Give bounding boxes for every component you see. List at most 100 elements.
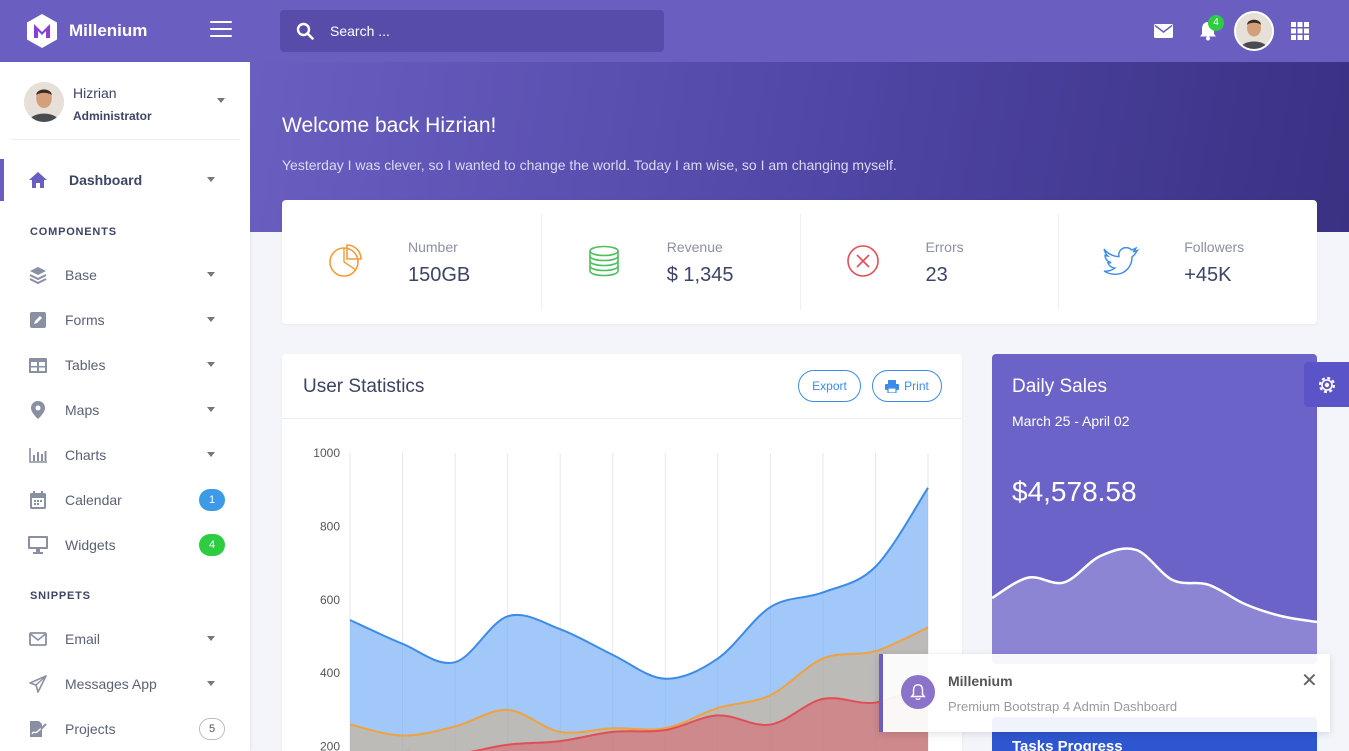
stat-errors: Errors 23 [799,200,1059,324]
layers-icon [28,265,48,285]
user-statistics-card: User Statistics Export Print 1000 800 600 4… [282,354,962,751]
sidebar-item-tables[interactable]: Tables [0,344,250,386]
sidebar-item-label: Messages App [65,676,157,692]
avatar [24,82,64,122]
search-icon[interactable] [296,22,314,40]
envelope-icon [28,629,48,649]
welcome-quote: Yesterday I was clever, so I wanted to c… [282,157,897,173]
notification-toast: Millenium Premium Bootstrap 4 Admin Dash… [879,654,1330,732]
user-name: Hizrian [73,85,117,101]
sidebar-item-label: Charts [65,447,107,463]
paper-plane-icon [28,674,48,694]
pen-square-icon [28,310,48,330]
stat-value: 23 [925,264,948,286]
printer-icon [885,379,900,393]
header-avatar[interactable] [1234,11,1274,51]
y-tick-label: 600 [320,593,340,607]
daily-sales-card: Daily Sales March 25 - April 02 $4,578.5… [992,354,1317,664]
chevron-down-icon [207,177,215,182]
user-role: Administrator [73,109,152,123]
user-statistics-chart: 1000 800 600 400 200 [313,446,929,751]
envelope-icon[interactable] [1154,24,1173,38]
search-bar [280,10,664,52]
sidebar-item-calendar[interactable]: Calendar 1 [0,479,250,521]
user-avatar-image [24,82,64,122]
sidebar-item-forms[interactable]: Forms [0,299,250,341]
chevron-down-icon [207,362,215,367]
y-tick-label: 1000 [313,446,340,460]
top-navbar: Millenium 4 [0,0,1349,62]
projects-count-badge: 5 [199,718,225,740]
map-marker-icon [28,400,48,420]
section-title-snippets: SNIPPETS [30,590,91,602]
sidebar-item-base[interactable]: Base [0,254,250,296]
card-header: User Statistics Export Print [282,354,962,419]
sidebar-item-label: Tables [65,357,106,373]
daily-sales-range: March 25 - April 02 [1012,413,1130,429]
chevron-down-icon [207,636,215,641]
sidebar-item-projects[interactable]: Projects 5 [0,708,250,750]
print-label: Print [904,379,929,393]
close-icon[interactable]: ✕ [1301,668,1318,693]
sidebar-item-dashboard[interactable]: Dashboard [0,159,250,201]
calendar-icon [28,490,48,510]
stat-value: $ 1,345 [666,264,734,286]
desktop-icon [28,535,48,555]
sidebar-item-messages-app[interactable]: Messages App [0,663,250,705]
stat-value: 150GB [408,264,471,286]
twitter-icon [1103,246,1140,276]
user-avatar-image [1236,13,1272,49]
y-tick-label: 400 [320,666,340,680]
toast-message: Premium Bootstrap 4 Admin Dashboard [948,699,1178,714]
sidebar-item-label: Calendar [65,492,122,508]
stat-label: Errors [925,239,964,255]
bar-chart-icon [28,445,48,465]
sidebar-item-maps[interactable]: Maps [0,389,250,431]
pie-chart-icon [329,244,362,277]
stat-followers: Followers +45K [1058,200,1317,324]
sidebar-user-panel[interactable]: Hizrian Administrator [10,62,240,140]
home-icon [28,170,48,190]
calendar-count-badge: 1 [199,489,225,511]
stat-label: Revenue [666,239,723,255]
sidebar-item-email[interactable]: Email [0,618,250,660]
sidebar-item-label: Email [65,631,101,647]
welcome-title: Welcome back Hizrian! [282,114,497,137]
section-title-components: COMPONENTS [30,226,117,238]
sidebar-item-label: Base [65,267,97,283]
export-button[interactable]: Export [798,370,861,402]
settings-toggle-button[interactable] [1304,362,1349,407]
chevron-down-icon [207,272,215,277]
y-tick-label: 800 [320,519,340,533]
table-icon [28,355,48,375]
daily-sales-chart [992,547,1317,664]
stat-label: Number [408,239,458,255]
sidebar: Hizrian Administrator Dashboard COMPONEN… [0,62,250,751]
chevron-down-icon [207,407,215,412]
coins-icon [588,245,619,277]
chevron-down-icon [207,317,215,322]
stats-card: Number 150GB Revenue $ 1,345 Errors 23 F… [282,200,1317,324]
notification-count-badge: 4 [1208,15,1224,31]
millenium-logo-icon [27,14,57,48]
apps-grid-icon[interactable] [1291,22,1309,40]
card-title: User Statistics [303,376,425,397]
sidebar-toggle-button[interactable] [210,21,232,39]
chevron-down-icon[interactable] [217,98,225,103]
sidebar-item-label: Widgets [65,537,116,553]
sidebar-item-label: Maps [65,402,100,418]
tasks-progress-title: Tasks Progress [1012,738,1123,751]
chevron-down-icon [207,452,215,457]
bell-icon [901,675,935,709]
sidebar-item-charts[interactable]: Charts [0,434,250,476]
sidebar-item-label: Projects [65,721,116,737]
stat-value: +45K [1184,264,1232,286]
print-button[interactable]: Print [872,370,942,402]
stat-revenue: Revenue $ 1,345 [540,200,800,324]
sidebar-item-label: Forms [65,312,105,328]
gear-icon [1318,376,1335,393]
sidebar-item-widgets[interactable]: Widgets 4 [0,524,250,566]
toast-title: Millenium [948,673,1013,689]
brand-name: Millenium [69,21,148,40]
search-input[interactable] [330,23,630,39]
